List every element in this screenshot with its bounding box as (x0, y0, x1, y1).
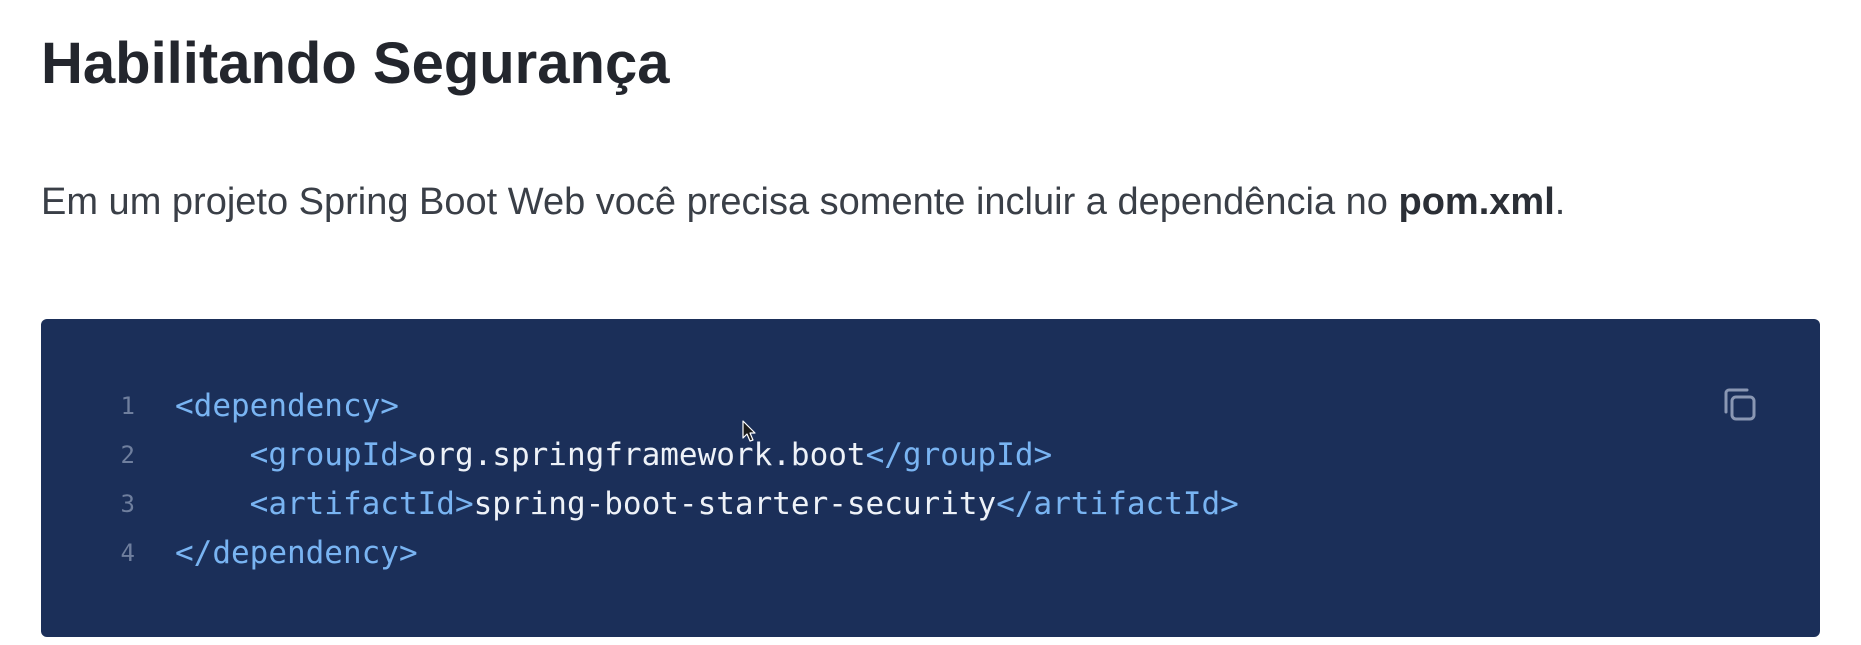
line-number: 1 (120, 391, 135, 420)
line-number: 2 (120, 440, 135, 469)
code-text: <groupId>org.springframework.boot</group… (175, 436, 1053, 473)
code-block: 1 <dependency> 2 <groupId>org.springfram… (41, 319, 1820, 637)
code-value: spring-boot-starter-security (473, 485, 997, 522)
code-line: 3 <artifactId>spring-boot-starter-securi… (41, 479, 1239, 528)
code-text: <dependency> (175, 388, 399, 424)
mouse-cursor-icon (742, 420, 756, 442)
page-title: Habilitando Segurança (41, 31, 670, 96)
code-text: <artifactId>spring-boot-starter-security… (175, 486, 1239, 522)
code-line: 2 <groupId>org.springframework.boot</gro… (41, 430, 1239, 479)
code-lines: 1 <dependency> 2 <groupId>org.springfram… (41, 381, 1239, 577)
copy-button[interactable] (1718, 383, 1762, 427)
code-open-tag: </dependency> (175, 534, 418, 571)
copy-icon (1724, 388, 1756, 421)
code-open-tag: <dependency> (175, 387, 399, 424)
code-open-tag: <groupId> (249, 436, 418, 473)
line-number: 3 (120, 489, 135, 518)
intro-text: Em um projeto Spring Boot Web você preci… (41, 181, 1399, 223)
intro-period: . (1554, 181, 1566, 223)
code-line: 1 <dependency> (41, 381, 1239, 430)
code-line: 4 </dependency> (41, 528, 1239, 577)
line-number: 4 (120, 538, 135, 567)
intro-paragraph: Em um projeto Spring Boot Web você preci… (41, 178, 1565, 226)
code-value: org.springframework.boot (417, 436, 866, 473)
code-close-tag: </artifactId> (996, 485, 1239, 522)
code-close-tag: </groupId> (865, 436, 1053, 473)
code-text: </dependency> (175, 535, 418, 571)
code-open-tag: <artifactId> (249, 485, 474, 522)
intro-file-name: pom.xml (1398, 181, 1555, 223)
